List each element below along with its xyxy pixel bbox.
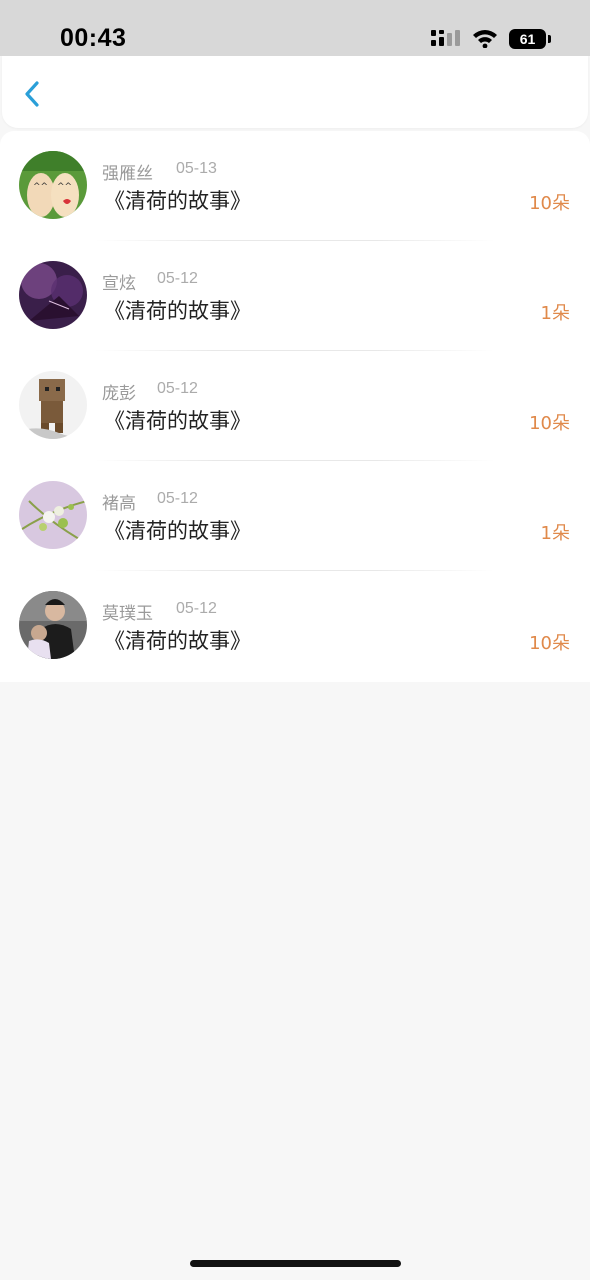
sender-name: 强雁丝 <box>102 164 153 184</box>
home-indicator[interactable] <box>190 1260 401 1267</box>
chevron-left-icon <box>25 81 39 107</box>
avatar-image-icon <box>19 591 87 659</box>
cellular-signal-icon <box>431 30 460 46</box>
nav-bar <box>2 56 588 128</box>
avatar-image-icon: ^^ ^^ <box>19 151 87 219</box>
avatar-image-icon <box>19 481 87 549</box>
gift-date: 05-12 <box>157 270 198 287</box>
sender-name: 莫璞玉 <box>102 604 153 624</box>
avatar[interactable] <box>19 591 87 659</box>
status-bar: 00:43 61 <box>0 0 590 56</box>
wifi-icon <box>473 30 497 48</box>
avatar[interactable] <box>19 481 87 549</box>
flower-count: 10朵 <box>529 193 570 214</box>
svg-text:^^: ^^ <box>57 182 72 192</box>
gift-date: 05-12 <box>157 490 198 507</box>
avatar[interactable]: ^^ ^^ <box>19 151 87 219</box>
book-title: 《清荷的故事》 <box>104 299 251 323</box>
battery-icon: 61 <box>509 29 546 49</box>
battery-cap <box>548 35 551 43</box>
list-item[interactable]: 褚高 05-12 《清荷的故事》 1朵 <box>0 461 590 571</box>
avatar-image-icon <box>19 261 87 329</box>
gift-date: 05-13 <box>176 160 217 177</box>
sender-name: 宣炫 <box>102 274 136 294</box>
gift-date: 05-12 <box>176 600 217 617</box>
avatar[interactable] <box>19 371 87 439</box>
list-item[interactable]: 庞彭 05-12 《清荷的故事》 10朵 <box>0 351 590 461</box>
back-button[interactable] <box>18 76 48 112</box>
flower-count: 10朵 <box>529 633 570 654</box>
flower-count: 1朵 <box>540 523 570 544</box>
svg-text:^^: ^^ <box>33 182 48 192</box>
gift-list: ^^ ^^ 强雁丝 05-13 《清荷的故事》 10朵 宣炫 05-12 《清荷… <box>0 131 590 682</box>
list-item[interactable]: ^^ ^^ 强雁丝 05-13 《清荷的故事》 10朵 <box>0 131 590 241</box>
book-title: 《清荷的故事》 <box>104 189 251 213</box>
status-time: 00:43 <box>60 24 127 52</box>
list-item[interactable]: 莫璞玉 05-12 《清荷的故事》 10朵 <box>0 571 590 681</box>
book-title: 《清荷的故事》 <box>104 409 251 433</box>
sender-name: 庞彭 <box>102 384 136 404</box>
book-title: 《清荷的故事》 <box>104 629 251 653</box>
avatar[interactable] <box>19 261 87 329</box>
flower-count: 10朵 <box>529 413 570 434</box>
flower-count: 1朵 <box>540 303 570 324</box>
list-item[interactable]: 宣炫 05-12 《清荷的故事》 1朵 <box>0 241 590 351</box>
book-title: 《清荷的故事》 <box>104 519 251 543</box>
sender-name: 褚高 <box>102 494 136 514</box>
gift-date: 05-12 <box>157 380 198 397</box>
avatar-image-icon <box>19 371 87 439</box>
